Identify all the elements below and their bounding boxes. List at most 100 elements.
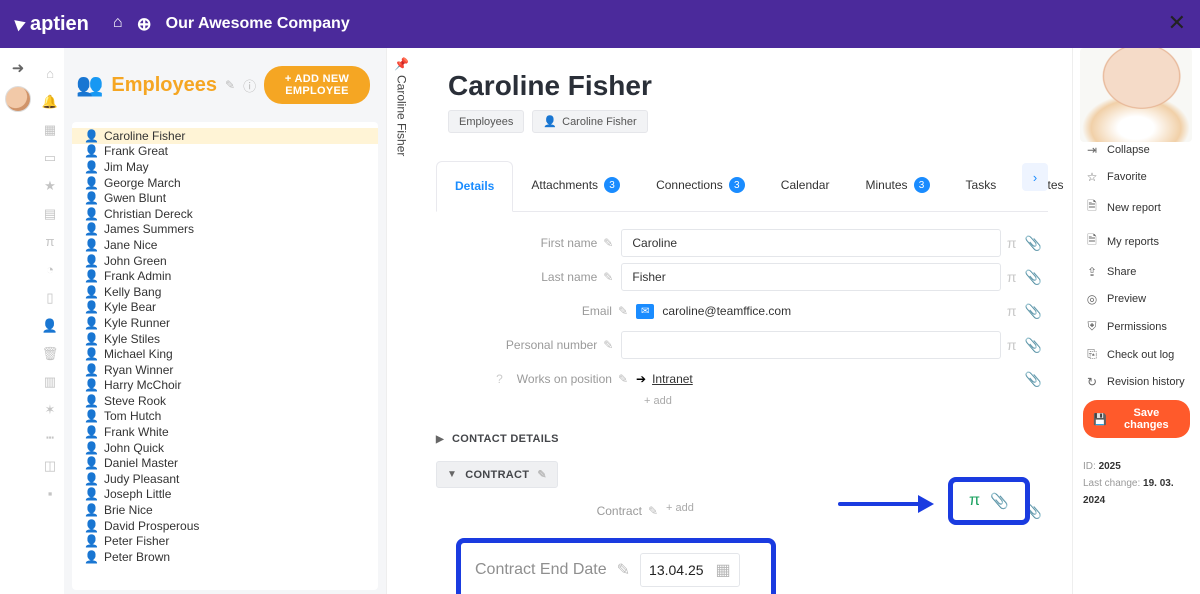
pencil-icon[interactable]: ✎ [225, 78, 235, 92]
info-icon[interactable]: ⓘ [243, 76, 256, 95]
employee-item[interactable]: 👤Frank Great [72, 144, 378, 160]
breadcrumb-person[interactable]: 👤Caroline Fisher [532, 110, 647, 133]
module-icon[interactable]: ▦ [44, 122, 56, 140]
module-icon[interactable]: 🗑 [42, 346, 59, 364]
module-icon[interactable]: 👤 [42, 318, 58, 336]
save-button[interactable]: 💾Save changes [1083, 400, 1190, 438]
horse-icon[interactable]: π [1007, 303, 1017, 320]
logo[interactable]: aptien [16, 13, 89, 36]
employee-item[interactable]: 👤Ryan Winner [72, 362, 378, 378]
employee-item[interactable]: 👤Joseph Little [72, 487, 378, 503]
position-link[interactable]: Intranet [652, 372, 693, 386]
horse-icon[interactable]: π [1007, 269, 1017, 286]
pencil-icon[interactable]: ✎ [603, 270, 613, 284]
tab-attachments[interactable]: Attachments3 [513, 161, 638, 211]
employee-item[interactable]: 👤Kelly Bang [72, 284, 378, 300]
breadcrumb-employees[interactable]: Employees [448, 110, 524, 133]
contract-end-date-input[interactable]: 13.04.25 ▦ [640, 553, 740, 587]
employee-item[interactable]: 👤John Green [72, 253, 378, 269]
action-my-reports[interactable]: 🗎My reports [1083, 226, 1190, 257]
module-icon[interactable]: 🔔 [42, 94, 58, 112]
attach-icon[interactable]: 📎 [1025, 371, 1042, 388]
module-icon[interactable]: π [46, 234, 55, 252]
tab-calendar[interactable]: Calendar [763, 161, 848, 211]
close-icon[interactable]: ✕ [1168, 10, 1186, 36]
enter-icon[interactable]: ➜ [6, 56, 30, 80]
module-icon[interactable]: ◫ [44, 458, 56, 476]
module-icon[interactable]: ▯ [46, 290, 53, 308]
contract-section[interactable]: ▼CONTRACT✎ [436, 461, 558, 488]
employee-item[interactable]: 👤Christian Dereck [72, 206, 378, 222]
pencil-icon[interactable]: ✎ [603, 338, 613, 352]
add-employee-button[interactable]: + ADD NEW EMPLOYEE [264, 66, 370, 104]
employee-item[interactable]: 👤Peter Fisher [72, 533, 378, 549]
employee-item[interactable]: 👤Kyle Runner [72, 315, 378, 331]
action-check-out-log[interactable]: ⎘Check out log [1083, 342, 1190, 367]
module-icon[interactable]: ✶ [45, 402, 56, 420]
pencil-icon[interactable]: ✎ [603, 236, 613, 250]
horse-icon[interactable]: π [969, 492, 980, 510]
attach-icon[interactable]: 📎 [1025, 235, 1042, 252]
employee-item[interactable]: 👤Jane Nice [72, 237, 378, 253]
add-link[interactable]: + add [436, 395, 1048, 407]
my-avatar[interactable] [5, 86, 31, 112]
action-revision-history[interactable]: ↻Revision history [1083, 370, 1190, 394]
personal-number-input[interactable] [621, 331, 1001, 359]
employee-item[interactable]: 👤Harry McChoir [72, 378, 378, 394]
module-icon[interactable]: ┅ [46, 430, 54, 448]
employee-item[interactable]: 👤John Quick [72, 440, 378, 456]
last-name-input[interactable] [621, 263, 1001, 291]
module-icon[interactable]: ▤ [44, 206, 56, 224]
tab-tasks[interactable]: Tasks [948, 161, 1015, 211]
contact-details-section[interactable]: ▶CONTACT DETAILS [436, 427, 1048, 451]
pencil-icon[interactable]: ✎ [648, 504, 658, 518]
employee-item[interactable]: 👤Kyle Bear [72, 300, 378, 316]
employee-item[interactable]: 👤James Summers [72, 222, 378, 238]
pencil-icon[interactable]: ✎ [618, 304, 628, 318]
first-name-input[interactable] [621, 229, 1001, 257]
pencil-icon[interactable]: ✎ [618, 372, 628, 386]
employee-item[interactable]: 👤Brie Nice [72, 502, 378, 518]
action-favorite[interactable]: ☆Favorite [1083, 165, 1190, 189]
pencil-icon[interactable]: ✎ [537, 468, 547, 481]
employee-item[interactable]: 👤Frank White [72, 424, 378, 440]
employee-item[interactable]: 👤Peter Brown [72, 549, 378, 565]
calendar-icon[interactable]: ▦ [716, 560, 731, 580]
employee-item[interactable]: 👤Daniel Master [72, 455, 378, 471]
tab-details[interactable]: Details [436, 161, 513, 212]
employee-item[interactable]: 👤Steve Rook [72, 393, 378, 409]
action-preview[interactable]: ◎Preview [1083, 287, 1190, 311]
employee-item[interactable]: 👤Kyle Stiles [72, 331, 378, 347]
employee-item[interactable]: 👤Michael King [72, 346, 378, 362]
email-value[interactable]: caroline@teamffice.com [662, 304, 791, 318]
module-icon[interactable]: ◔ [46, 262, 54, 280]
employee-item[interactable]: 👤Gwen Blunt [72, 190, 378, 206]
attach-icon[interactable]: 📎 [1025, 269, 1042, 286]
employee-item[interactable]: 👤Judy Pleasant [72, 471, 378, 487]
attach-icon[interactable]: 📎 [1025, 303, 1042, 320]
attach-icon[interactable]: 📎 [1025, 337, 1042, 354]
attach-icon[interactable]: 📎 [990, 492, 1009, 510]
employee-item[interactable]: 👤George March [72, 175, 378, 191]
record-spine[interactable]: 📌Caroline Fisher [386, 48, 416, 594]
add-icon[interactable]: ⊕ [137, 14, 152, 35]
employee-item[interactable]: 👤Frank Admin [72, 268, 378, 284]
pencil-icon[interactable]: ✎ [617, 560, 630, 580]
home-icon[interactable]: ⌂ [113, 14, 123, 35]
employee-item[interactable]: 👤Tom Hutch [72, 409, 378, 425]
action-share[interactable]: ⇪Share [1083, 260, 1190, 284]
tab-connections[interactable]: Connections3 [638, 161, 763, 211]
module-icon[interactable]: ▥ [44, 374, 56, 392]
profile-photo[interactable] [1080, 48, 1192, 142]
tab-minutes[interactable]: Minutes3 [847, 161, 947, 211]
module-icon[interactable]: ▭ [44, 150, 56, 168]
module-icon[interactable]: ⌂ [46, 66, 54, 84]
action-permissions[interactable]: ⛨Permissions [1083, 314, 1190, 339]
module-icon[interactable]: ★ [44, 178, 56, 196]
tab-next-button[interactable]: › [1022, 163, 1048, 191]
module-icon[interactable]: ▪ [48, 486, 53, 504]
action-new-report[interactable]: 🗎New report [1083, 192, 1190, 223]
employee-item[interactable]: 👤Caroline Fisher [72, 128, 378, 144]
horse-icon[interactable]: π [1007, 337, 1017, 354]
help-icon[interactable]: ? [496, 372, 503, 386]
